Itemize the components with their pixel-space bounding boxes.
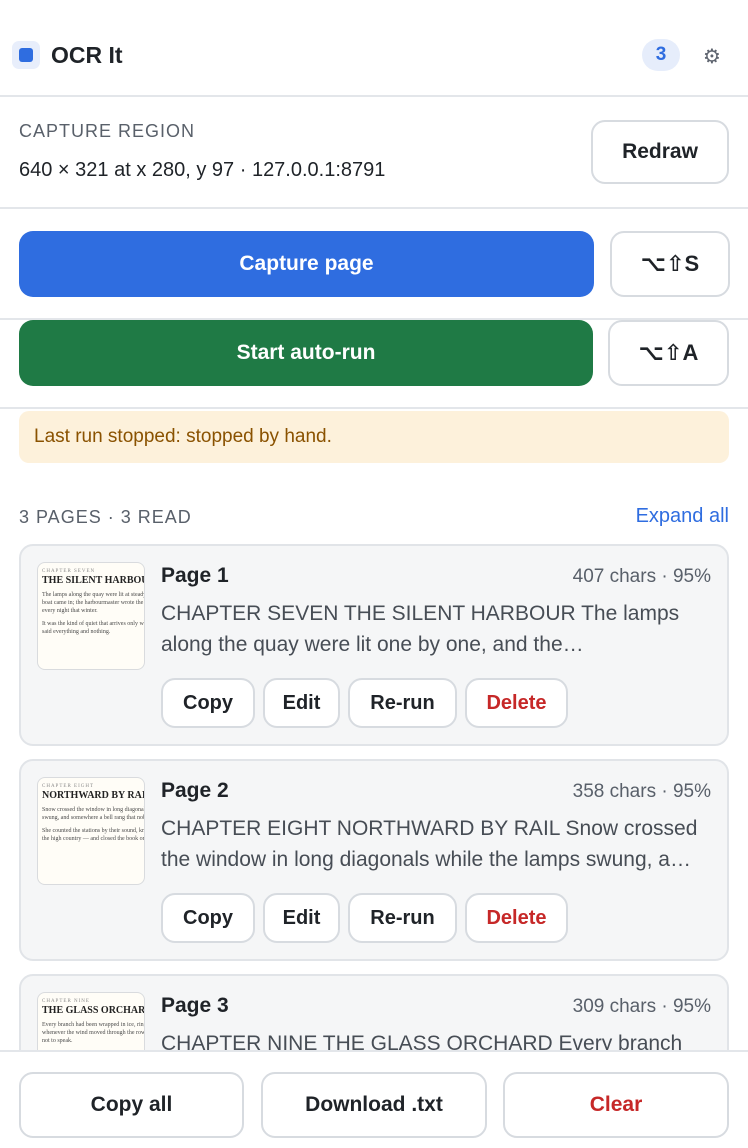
delete-button[interactable]: Delete bbox=[465, 893, 568, 943]
page-meta: 407 chars · 95% bbox=[572, 566, 711, 587]
copy-all-button[interactable]: Copy all bbox=[19, 1072, 244, 1138]
thumb-kicker: CHAPTER NINE bbox=[42, 999, 90, 1004]
page-card: CHAPTER EIGHT NORTHWARD BY RAIL Snow cro… bbox=[19, 759, 729, 961]
thumb-paragraph: The lamps along the quay were lit at ste… bbox=[42, 592, 145, 614]
capture-region-value: 640 × 321 at x 280, y 97 · 127.0.0.1:879… bbox=[19, 159, 386, 181]
page-text-preview: CHAPTER SEVEN THE SILENT HARBOUR The lam… bbox=[161, 602, 680, 656]
capture-region-label: CAPTURE REGION bbox=[19, 121, 196, 141]
thumb-title: THE SILENT HARBOUR bbox=[42, 575, 145, 586]
redraw-button[interactable]: Redraw bbox=[591, 120, 729, 184]
app-header: OCR It 3 ⚙ bbox=[0, 0, 748, 97]
pages-header: 3 PAGES · 3 READ Expand all bbox=[19, 505, 729, 531]
page-thumbnail[interactable]: CHAPTER SEVEN THE SILENT HARBOUR The lam… bbox=[37, 562, 145, 670]
page-count-badge: 3 bbox=[642, 39, 680, 71]
download-txt-button[interactable]: Download .txt bbox=[261, 1072, 487, 1138]
pages-summary: 3 PAGES · 3 READ bbox=[19, 507, 192, 527]
autorun-row: Start auto-run ⌥⇧A bbox=[0, 320, 748, 409]
rerun-button[interactable]: Re-run bbox=[348, 893, 457, 943]
thumb-kicker: CHAPTER SEVEN bbox=[42, 569, 96, 574]
page-list: CHAPTER SEVEN THE SILENT HARBOUR The lam… bbox=[0, 540, 748, 1050]
autorun-shortcut-button[interactable]: ⌥⇧A bbox=[608, 320, 729, 386]
thumb-kicker: CHAPTER EIGHT bbox=[42, 784, 95, 789]
thumb-paragraph: Snow crossed the window in long diagonal… bbox=[42, 807, 144, 821]
page-text-preview: CHAPTER NINE THE GLASS ORCHARD Every bra… bbox=[161, 1032, 683, 1050]
edit-button[interactable]: Edit bbox=[263, 678, 340, 728]
app-title: OCR It bbox=[51, 42, 123, 68]
edit-button[interactable]: Edit bbox=[263, 893, 340, 943]
gear-icon[interactable]: ⚙ bbox=[700, 45, 724, 69]
rerun-button[interactable]: Re-run bbox=[348, 678, 457, 728]
footer-bar: Copy all Download .txt Clear bbox=[0, 1050, 748, 1148]
thumb-title: NORTHWARD BY RAIL bbox=[42, 790, 145, 801]
copy-button[interactable]: Copy bbox=[161, 678, 255, 728]
page-thumbnail[interactable]: CHAPTER EIGHT NORTHWARD BY RAIL Snow cro… bbox=[37, 777, 145, 885]
thumb-paragraph: She counted the stations by their sound,… bbox=[42, 828, 145, 842]
thumb-title: THE GLASS ORCHARD bbox=[42, 1005, 145, 1016]
page-title: Page 2 bbox=[161, 779, 229, 802]
page-meta: 309 chars · 95% bbox=[572, 996, 711, 1017]
page-text-preview: CHAPTER EIGHT NORTHWARD BY RAIL Snow cro… bbox=[161, 817, 698, 871]
start-autorun-button[interactable]: Start auto-run bbox=[19, 320, 593, 386]
thumb-paragraph: It was the kind of quiet that arrives on… bbox=[42, 621, 144, 635]
page-thumbnail[interactable]: CHAPTER NINE THE GLASS ORCHARD Every bra… bbox=[37, 992, 145, 1050]
page-card: CHAPTER SEVEN THE SILENT HARBOUR The lam… bbox=[19, 544, 729, 746]
capture-shortcut-button[interactable]: ⌥⇧S bbox=[610, 231, 730, 297]
status-notice: Last run stopped: stopped by hand. bbox=[19, 411, 729, 463]
page-title: Page 1 bbox=[161, 564, 229, 587]
app-square-icon bbox=[12, 41, 40, 69]
capture-row: Capture page ⌥⇧S bbox=[0, 209, 748, 320]
expand-all-link[interactable]: Expand all bbox=[636, 505, 729, 528]
delete-button[interactable]: Delete bbox=[465, 678, 568, 728]
page-meta: 358 chars · 95% bbox=[572, 781, 711, 802]
page-card: CHAPTER NINE THE GLASS ORCHARD Every bra… bbox=[19, 974, 729, 1050]
thumb-paragraph: Every branch had been wrapped in ice, ri… bbox=[42, 1022, 145, 1044]
clear-button[interactable]: Clear bbox=[503, 1072, 729, 1138]
capture-region-section: CAPTURE REGION 640 × 321 at x 280, y 97 … bbox=[0, 97, 748, 209]
page-title: Page 3 bbox=[161, 994, 229, 1017]
copy-button[interactable]: Copy bbox=[161, 893, 255, 943]
capture-page-button[interactable]: Capture page bbox=[19, 231, 594, 297]
